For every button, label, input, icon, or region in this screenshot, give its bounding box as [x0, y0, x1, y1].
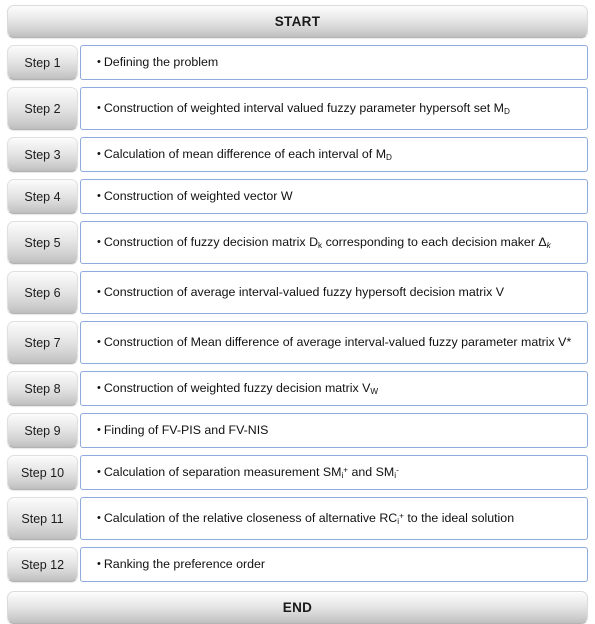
step-label-8: Step 8	[7, 371, 78, 406]
step-label-text: Step 9	[24, 423, 61, 438]
step-label-text: Step 11	[21, 511, 64, 526]
step-label-7: Step 7	[7, 321, 78, 364]
step-label-1: Step 1	[7, 45, 78, 80]
step-label-10: Step 10	[7, 455, 78, 490]
step-label-text: Step 12	[20, 557, 65, 572]
step-text-segment: Calculation of mean difference of each i…	[103, 146, 387, 161]
bullet-icon: •	[97, 286, 101, 299]
step-label-4: Step 4	[7, 179, 78, 214]
step-content-11: • Calculation of the relative closeness o…	[80, 497, 588, 540]
step-label-5: Step 5	[7, 221, 78, 264]
step-label-text: Step 7	[24, 335, 61, 350]
bullet-icon: •	[97, 336, 101, 349]
step-content-2: • Construction of weighted interval value…	[80, 87, 588, 130]
step-label-text: Step 3	[24, 147, 61, 162]
step-text-segment: Calculation of the relative closeness of…	[103, 510, 398, 525]
bullet-icon: •	[97, 424, 101, 437]
step-content-8: • Construction of weighted fuzzy decision…	[80, 371, 588, 406]
step-text-segment: Construction of weighted vector W	[103, 189, 293, 204]
step-text-segment: Construction of weighted interval valued…	[103, 100, 504, 115]
step-text: • Construction of weighted interval value…	[97, 100, 510, 117]
step-content-3: • Calculation of mean difference of each …	[80, 137, 588, 172]
step-text-segment: Construction of weighted fuzzy decision …	[103, 380, 371, 395]
flowchart-diagram: START Step 1 • Defining the problem Step 2 •…	[7, 5, 588, 624]
step-content-4: • Construction of weighted vector W	[80, 179, 588, 214]
step-text-segment: Defining the problem	[103, 55, 219, 70]
step-text-segment: D	[386, 152, 392, 162]
end-terminator: END	[7, 591, 588, 624]
step-text-segment: and SM	[348, 464, 395, 479]
start-terminator: START	[7, 5, 588, 38]
step-row: Step 9 • Finding of FV-PIS and FV-NIS	[7, 413, 588, 448]
step-text-segment: -	[396, 465, 399, 475]
step-text-segment: k	[546, 240, 551, 250]
step-label-text: Step 8	[24, 381, 61, 396]
step-label-text: Step 6	[24, 285, 61, 300]
step-list: Step 1 • Defining the problem Step 2 • Constr…	[7, 45, 588, 582]
bullet-icon: •	[97, 190, 101, 203]
step-text: • Finding of FV-PIS and FV-NIS	[97, 422, 268, 438]
step-text: • Construction of weighted vector W	[97, 188, 293, 204]
step-text-segment: corresponding to each decision maker Δ	[322, 234, 547, 249]
step-label-11: Step 11	[7, 497, 78, 540]
step-label-12: Step 12	[7, 547, 78, 582]
step-content-7: • Construction of Mean difference of aver…	[80, 321, 588, 364]
step-row: Step 3 • Calculation of mean difference of…	[7, 137, 588, 172]
step-label-3: Step 3	[7, 137, 78, 172]
step-label-text: Step 4	[24, 189, 61, 204]
step-text: • Calculation of the relative closeness o…	[97, 510, 514, 527]
step-text-segment: to the ideal solution	[403, 510, 515, 525]
step-row: Step 11 • Calculation of the relative clos…	[7, 497, 588, 540]
step-text-segment: Construction of Mean difference of avera…	[103, 335, 572, 350]
bullet-icon: •	[97, 56, 101, 69]
step-content-10: • Calculation of separation measurement S…	[80, 455, 588, 490]
step-row: Step 4 • Construction of weighted vector W	[7, 179, 588, 214]
bullet-icon: •	[97, 511, 101, 524]
bullet-icon: •	[97, 465, 101, 478]
step-label-6: Step 6	[7, 271, 78, 314]
step-row: Step 8 • Construction of weighted fuzzy de…	[7, 371, 588, 406]
step-text: • Construction of average interval-valued…	[97, 284, 504, 300]
end-label: END	[282, 600, 313, 615]
step-text: • Calculation of separation measurement S…	[97, 464, 399, 481]
bullet-icon: •	[97, 235, 101, 248]
step-content-6: • Construction of average interval-valued…	[80, 271, 588, 314]
start-label: START	[274, 14, 321, 29]
step-row: Step 1 • Defining the problem	[7, 45, 588, 80]
step-text-segment: Construction of average interval-valued …	[103, 285, 504, 300]
step-text: • Construction of fuzzy decision matrix D…	[97, 234, 551, 251]
step-label-2: Step 2	[7, 87, 78, 130]
step-text: • Defining the problem	[97, 54, 218, 70]
step-label-text: Step 1	[24, 55, 61, 70]
step-row: Step 5 • Construction of fuzzy decision ma…	[7, 221, 588, 264]
step-content-1: • Defining the problem	[80, 45, 588, 80]
bullet-icon: •	[97, 381, 101, 394]
step-label-text: Step 2	[24, 101, 61, 116]
step-content-9: • Finding of FV-PIS and FV-NIS	[80, 413, 588, 448]
bullet-icon: •	[97, 101, 101, 114]
step-row: Step 12 • Ranking the preference order	[7, 547, 588, 582]
step-content-5: • Construction of fuzzy decision matrix D…	[80, 221, 588, 264]
step-text: • Ranking the preference order	[97, 556, 265, 572]
step-label-text: Step 5	[24, 235, 61, 250]
step-text: • Construction of Mean difference of aver…	[97, 334, 571, 350]
step-text-segment: Construction of fuzzy decision matrix D	[103, 234, 319, 249]
step-row: Step 7 • Construction of Mean difference o…	[7, 321, 588, 364]
step-row: Step 6 • Construction of average interval-…	[7, 271, 588, 314]
bullet-icon: •	[97, 147, 101, 160]
step-text-segment: Calculation of separation measurement SM	[103, 464, 342, 479]
step-row: Step 2 • Construction of weighted interval…	[7, 87, 588, 130]
step-text-segment: D	[504, 106, 510, 116]
bullet-icon: •	[97, 558, 101, 571]
step-text: • Construction of weighted fuzzy decision…	[97, 380, 378, 397]
step-row: Step 10 • Calculation of separation measur…	[7, 455, 588, 490]
step-text-segment: W	[370, 386, 379, 396]
step-text: • Calculation of mean difference of each …	[97, 146, 392, 163]
step-label-9: Step 9	[7, 413, 78, 448]
step-text-segment: Finding of FV-PIS and FV-NIS	[103, 423, 269, 438]
step-content-12: • Ranking the preference order	[80, 547, 588, 582]
step-label-text: Step 10	[20, 465, 65, 480]
step-text-segment: Ranking the preference order	[103, 557, 266, 572]
